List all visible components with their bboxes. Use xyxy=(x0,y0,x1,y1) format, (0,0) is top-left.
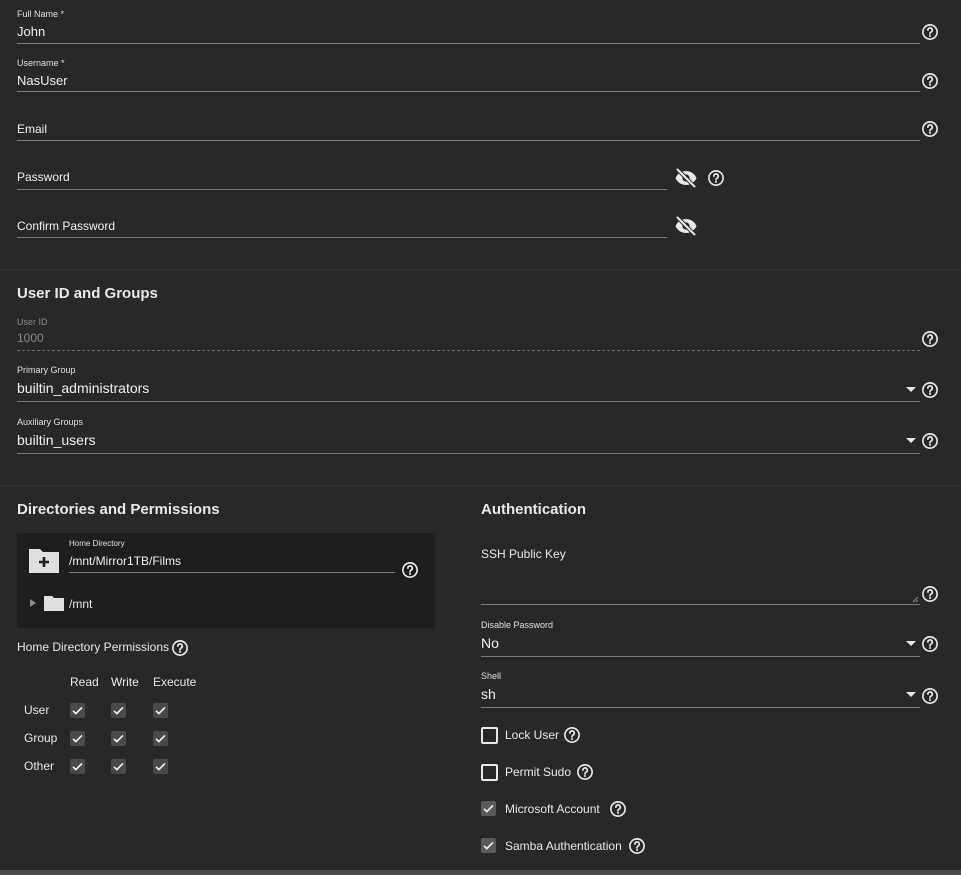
primary-group-value[interactable]: builtin_administrators xyxy=(17,380,149,396)
home-directory-underline xyxy=(69,572,395,573)
dropdown-caret-icon[interactable] xyxy=(906,387,916,392)
permissions-row-other: Other xyxy=(24,759,55,773)
help-icon[interactable] xyxy=(921,687,939,705)
user-execute-checkbox[interactable] xyxy=(153,703,168,718)
shell-underline xyxy=(481,707,920,708)
full-name-value[interactable]: John xyxy=(17,24,45,39)
help-icon[interactable] xyxy=(707,169,725,187)
auxiliary-groups-value[interactable]: builtin_users xyxy=(17,432,96,448)
other-execute-checkbox[interactable] xyxy=(153,759,168,774)
other-read-checkbox[interactable] xyxy=(70,759,85,774)
disable-password-underline xyxy=(481,656,920,657)
group-write-checkbox[interactable] xyxy=(111,731,126,746)
disable-password-label: Disable Password xyxy=(481,620,554,630)
ssh-public-key-label: SSH Public Key xyxy=(481,547,566,561)
permissions-row-user: User xyxy=(24,703,50,717)
help-icon[interactable] xyxy=(609,800,627,818)
dropdown-caret-icon[interactable] xyxy=(906,438,916,443)
home-directory-label: Home Directory xyxy=(69,539,125,548)
auxiliary-groups-underline xyxy=(17,453,920,454)
primary-group-underline xyxy=(17,401,920,402)
shell-value[interactable]: sh xyxy=(481,686,496,702)
group-read-checkbox[interactable] xyxy=(70,731,85,746)
dropdown-caret-icon[interactable] xyxy=(906,692,916,697)
lock-user-label[interactable]: Lock User xyxy=(505,728,559,742)
directories-title: Directories and Permissions xyxy=(17,501,220,518)
help-icon[interactable] xyxy=(921,432,939,450)
expand-arrow-icon[interactable] xyxy=(30,599,36,607)
confirm-password-label: Confirm Password xyxy=(17,219,116,233)
help-icon[interactable] xyxy=(401,561,419,579)
confirm-password-underline xyxy=(17,237,667,238)
help-icon[interactable] xyxy=(921,330,939,348)
samba-authentication-label[interactable]: Samba Authentication xyxy=(505,839,622,853)
ssh-public-key-underline xyxy=(481,604,920,605)
help-icon[interactable] xyxy=(921,120,939,138)
user-read-checkbox[interactable] xyxy=(70,703,85,718)
lock-user-checkbox[interactable] xyxy=(481,727,498,744)
eye-off-icon[interactable] xyxy=(674,166,698,190)
home-directory-value[interactable]: /mnt/Mirror1TB/Films xyxy=(69,554,181,568)
user-id-label: User ID xyxy=(17,317,48,327)
help-icon[interactable] xyxy=(921,381,939,399)
user-id-groups-title: User ID and Groups xyxy=(17,285,158,302)
help-icon[interactable] xyxy=(171,639,189,657)
password-label: Password xyxy=(17,170,70,184)
permissions-column-read: Read xyxy=(70,675,99,689)
help-icon[interactable] xyxy=(921,23,939,41)
eye-off-icon[interactable] xyxy=(674,214,698,238)
help-icon[interactable] xyxy=(921,585,939,603)
group-execute-checkbox[interactable] xyxy=(153,731,168,746)
help-icon[interactable] xyxy=(576,763,594,781)
username-label: Username * xyxy=(17,58,65,68)
section-divider xyxy=(0,269,961,270)
permissions-column-write: Write xyxy=(111,675,139,689)
permissions-column-execute: Execute xyxy=(153,675,197,689)
password-underline xyxy=(17,189,667,190)
permit-sudo-label[interactable]: Permit Sudo xyxy=(505,765,571,779)
permit-sudo-checkbox[interactable] xyxy=(481,764,498,781)
tree-node-mnt[interactable]: /mnt xyxy=(69,597,92,611)
user-id-value: 1000 xyxy=(17,331,44,345)
authentication-title: Authentication xyxy=(481,501,586,518)
samba-authentication-checkbox[interactable] xyxy=(481,838,496,853)
username-underline xyxy=(17,91,920,92)
auxiliary-groups-label: Auxiliary Groups xyxy=(17,417,84,427)
other-write-checkbox[interactable] xyxy=(111,759,126,774)
help-icon[interactable] xyxy=(921,635,939,653)
primary-group-label: Primary Group xyxy=(17,365,76,375)
full-name-underline xyxy=(17,43,920,44)
microsoft-account-label[interactable]: Microsoft Account xyxy=(505,802,600,816)
help-icon[interactable] xyxy=(563,726,581,744)
help-icon[interactable] xyxy=(921,72,939,90)
username-value[interactable]: NasUser xyxy=(17,73,68,88)
microsoft-account-checkbox[interactable] xyxy=(481,801,496,816)
resize-handle-icon[interactable] xyxy=(912,596,919,603)
disable-password-value[interactable]: No xyxy=(481,635,499,651)
permissions-title: Home Directory Permissions xyxy=(17,640,170,654)
folder-icon[interactable] xyxy=(43,594,65,612)
email-label: Email xyxy=(17,122,48,136)
folder-plus-icon[interactable] xyxy=(27,545,61,575)
user-write-checkbox[interactable] xyxy=(111,703,126,718)
user-id-underline xyxy=(17,350,920,351)
section-divider xyxy=(0,485,961,486)
permissions-row-group: Group xyxy=(24,731,58,745)
bottom-scrollbar[interactable] xyxy=(0,870,961,875)
help-icon[interactable] xyxy=(628,837,646,855)
email-underline xyxy=(17,140,920,141)
home-directory-explorer: Home Directory /mnt/Mirror1TB/Films /mnt xyxy=(17,533,435,628)
dropdown-caret-icon[interactable] xyxy=(906,641,916,646)
shell-label: Shell xyxy=(481,671,502,681)
full-name-label: Full Name * xyxy=(17,9,65,19)
